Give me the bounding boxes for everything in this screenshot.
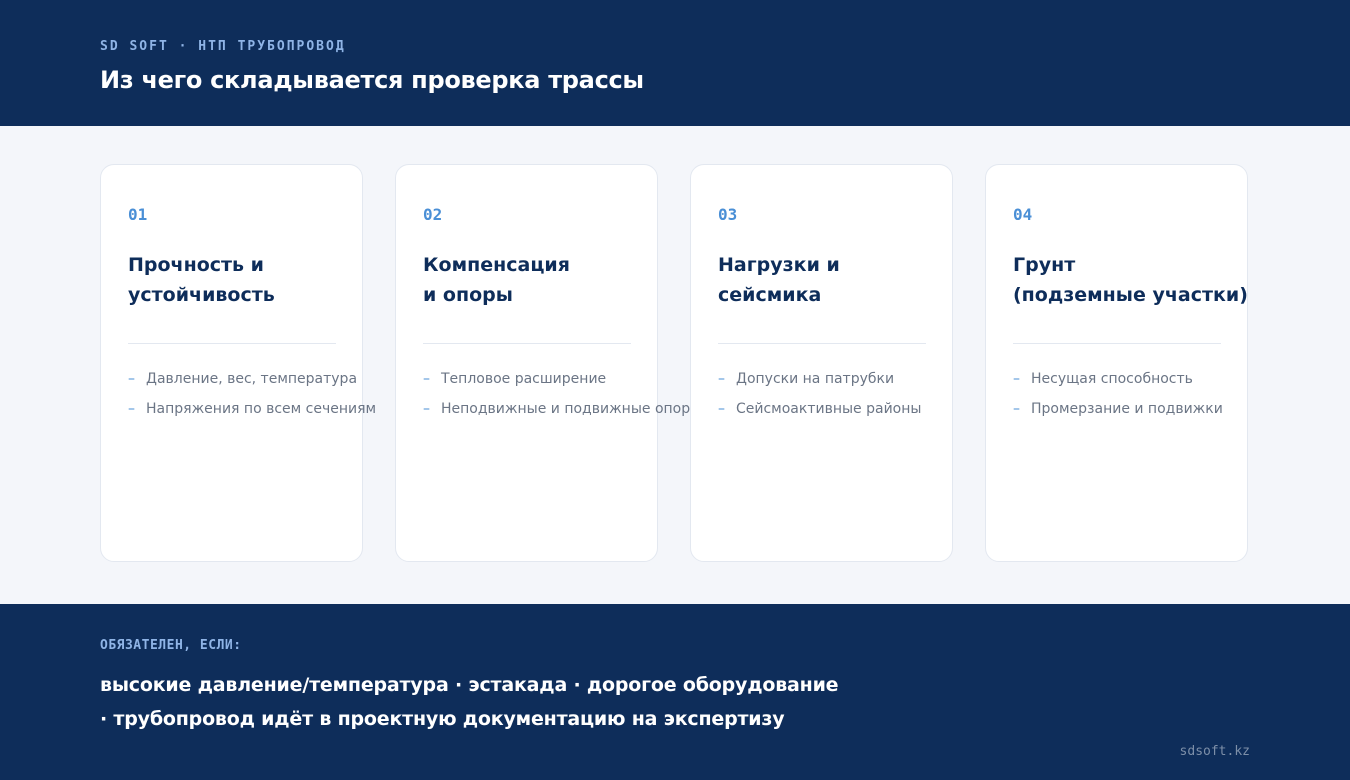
list-item-text: Тепловое расширение bbox=[441, 371, 607, 387]
list-item-text: Допуски на патрубки bbox=[736, 371, 895, 387]
card-number: 02 bbox=[423, 205, 443, 224]
card-title: Нагрузки и сейсмика bbox=[718, 250, 840, 310]
dash-marker: – bbox=[128, 371, 135, 387]
dash-marker: – bbox=[718, 401, 725, 417]
footer-condition-line: высокие давление/температура · эстакада … bbox=[100, 674, 839, 696]
list-item: – Допуски на патрубки bbox=[718, 368, 921, 398]
card-list: – Тепловое расширение – Неподвижные и подв… bbox=[423, 368, 701, 428]
card-divider bbox=[423, 343, 631, 344]
card-divider bbox=[128, 343, 336, 344]
list-item: – Тепловое расширение bbox=[423, 368, 701, 398]
card-title-line: (подземные участки) bbox=[1013, 284, 1248, 306]
card-number: 03 bbox=[718, 205, 738, 224]
list-item-text: Несущая способность bbox=[1031, 371, 1193, 387]
header-banner: SD SOFT · НТП ТРУБОПРОВОД Из чего склады… bbox=[0, 0, 1350, 126]
list-item: – Промерзание и подвижки bbox=[1013, 398, 1223, 428]
list-item-text: Давление, вес, температура bbox=[146, 371, 358, 387]
card-title: Грунт (подземные участки) bbox=[1013, 250, 1248, 310]
footer-banner: ОБЯЗАТЕЛЕН, ЕСЛИ: высокие давление/темпе… bbox=[0, 604, 1350, 780]
card-title-line: Грунт bbox=[1013, 254, 1076, 276]
dash-marker: – bbox=[1013, 401, 1020, 417]
card-title-line: сейсмика bbox=[718, 284, 822, 306]
list-item: – Сейсмоактивные районы bbox=[718, 398, 921, 428]
footer-label: ОБЯЗАТЕЛЕН, ЕСЛИ: bbox=[100, 638, 242, 653]
card-strength: 01 Прочность и устойчивость – Давление, в… bbox=[100, 164, 376, 562]
card-soil: 04 Грунт (подземные участки) – Несущая сп… bbox=[985, 164, 1248, 562]
card-title-line: устойчивость bbox=[128, 284, 275, 306]
dash-marker: – bbox=[1013, 371, 1020, 387]
list-item-text: Неподвижные и подвижные опоры bbox=[441, 401, 702, 417]
list-item: – Неподвижные и подвижные опоры bbox=[423, 398, 701, 428]
card-title: Прочность и устойчивость bbox=[128, 250, 275, 310]
card-list: – Допуски на патрубки – Сейсмоактивные рай… bbox=[718, 368, 921, 428]
card-list: – Давление, вес, температура – Напряжения … bbox=[128, 368, 376, 428]
dash-marker: – bbox=[423, 401, 430, 417]
card-title-line: Нагрузки и bbox=[718, 254, 840, 276]
page-title: Из чего складывается проверка трассы bbox=[100, 66, 644, 94]
dash-marker: – bbox=[423, 371, 430, 387]
list-item-text: Промерзание и подвижки bbox=[1031, 401, 1223, 417]
list-item-text: Сейсмоактивные районы bbox=[736, 401, 922, 417]
card-list: – Несущая способность – Промерзание и подв… bbox=[1013, 368, 1223, 428]
list-item: – Давление, вес, температура bbox=[128, 368, 376, 398]
dash-marker: – bbox=[718, 371, 725, 387]
list-item: – Несущая способность bbox=[1013, 368, 1223, 398]
site-url: sdsoft.kz bbox=[1179, 744, 1250, 759]
card-title: Компенсация и опоры bbox=[423, 250, 570, 310]
card-title-line: и опоры bbox=[423, 284, 513, 306]
list-item-text: Напряжения по всем сечениям bbox=[146, 401, 377, 417]
card-title-line: Компенсация bbox=[423, 254, 570, 276]
card-number: 01 bbox=[128, 205, 148, 224]
card-compensation: 02 Компенсация и опоры – Тепловое расшире… bbox=[395, 164, 701, 562]
footer-condition-line: · трубопровод идёт в проектную документа… bbox=[100, 708, 785, 730]
card-loads: 03 Нагрузки и сейсмика – Допуски на патру… bbox=[690, 164, 953, 562]
card-divider bbox=[718, 343, 926, 344]
list-item: – Напряжения по всем сечениям bbox=[128, 398, 376, 428]
brand-eyebrow: SD SOFT · НТП ТРУБОПРОВОД bbox=[100, 39, 346, 54]
card-number: 04 bbox=[1013, 205, 1033, 224]
dash-marker: – bbox=[128, 401, 135, 417]
card-title-line: Прочность и bbox=[128, 254, 264, 276]
card-divider bbox=[1013, 343, 1221, 344]
